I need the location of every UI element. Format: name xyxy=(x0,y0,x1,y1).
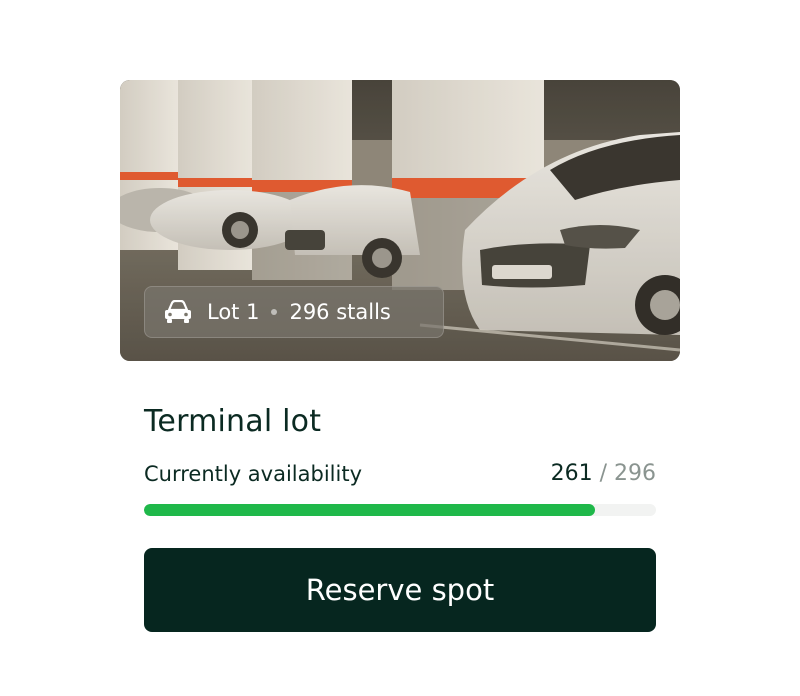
total-count: 296 xyxy=(614,461,656,486)
lot-number-label: Lot 1 xyxy=(207,300,260,324)
availability-label: Currently availability xyxy=(144,462,363,486)
availability-progress-bar xyxy=(144,504,656,516)
availability-count: 261 / 296 xyxy=(551,461,656,486)
stall-count-label: 296 stalls xyxy=(289,300,391,324)
lot-info-badge: Lot 1 296 stalls xyxy=(144,286,444,338)
available-count: 261 xyxy=(550,461,593,486)
parking-garage-photo: Lot 1 296 stalls xyxy=(120,80,680,361)
car-icon xyxy=(163,300,193,324)
availability-progress-fill xyxy=(144,504,596,516)
separator-dot xyxy=(271,309,278,315)
parking-lot-card: Lot 1 296 stalls Terminal lot Currently … xyxy=(104,64,696,672)
lot-title: Terminal lot xyxy=(144,404,322,439)
reserve-spot-button[interactable]: Reserve spot xyxy=(144,548,656,632)
count-separator: / xyxy=(599,461,607,486)
